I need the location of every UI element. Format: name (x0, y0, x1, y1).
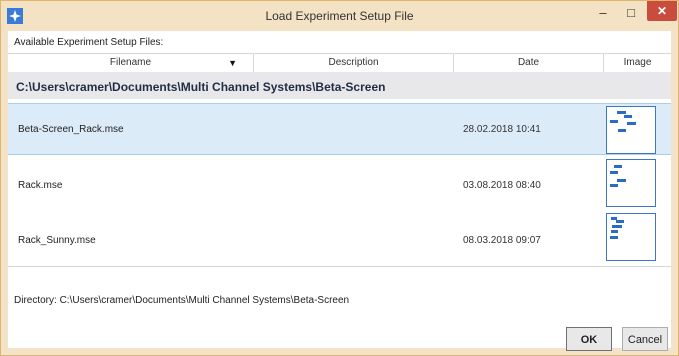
group-path: C:\Users\cramer\Documents\Multi Channel … (16, 80, 386, 94)
setup-thumbnail-image (606, 159, 656, 207)
directory-line: Directory: C:\Users\cramer\Documents\Mul… (14, 295, 349, 306)
table-row[interactable]: Rack.mse 03.08.2018 08:40 (8, 158, 671, 210)
column-header-description[interactable]: Description (254, 54, 454, 72)
group-header[interactable]: C:\Users\cramer\Documents\Multi Channel … (8, 72, 671, 99)
row-filename: Rack.mse (18, 180, 63, 191)
row-date: 08.03.2018 09:07 (463, 235, 541, 246)
column-header-filename-label: Filename (109, 57, 152, 68)
row-filename: Rack_Sunny.mse (18, 235, 96, 246)
setup-thumbnail-image (606, 106, 656, 154)
dialog-window: Load Experiment Setup File – □ ✕ Availab… (0, 0, 679, 356)
directory-label: Directory: (14, 295, 57, 306)
list-bottom-divider (8, 266, 671, 267)
table-row[interactable]: Rack_Sunny.mse 08.03.2018 09:07 (8, 211, 671, 263)
column-header-row: Filename ▼ Description Date Image (8, 53, 671, 73)
ok-button[interactable]: OK (566, 327, 612, 351)
column-header-filename[interactable]: Filename ▼ (8, 54, 254, 72)
setup-thumbnail-image (606, 213, 656, 261)
column-header-image[interactable]: Image (604, 54, 671, 72)
directory-path: C:\Users\cramer\Documents\Multi Channel … (59, 295, 350, 306)
row-date: 28.02.2018 10:41 (463, 124, 541, 135)
column-header-date[interactable]: Date (454, 54, 604, 72)
title-bar[interactable]: Load Experiment Setup File – □ ✕ (1, 1, 678, 31)
window-title: Load Experiment Setup File (265, 9, 414, 23)
row-filename: Beta-Screen_Rack.mse (18, 124, 124, 135)
close-button[interactable]: ✕ (647, 1, 677, 21)
table-row[interactable]: Beta-Screen_Rack.mse 28.02.2018 10:41 (8, 103, 671, 155)
maximize-button[interactable]: □ (617, 1, 645, 23)
sort-down-icon: ▼ (228, 58, 237, 68)
row-date: 03.08.2018 08:40 (463, 180, 541, 191)
minimize-button[interactable]: – (589, 1, 617, 23)
dialog-content: Available Experiment Setup Files: Filena… (8, 31, 671, 351)
available-files-label: Available Experiment Setup Files: (14, 37, 164, 48)
cancel-button[interactable]: Cancel (622, 327, 668, 351)
